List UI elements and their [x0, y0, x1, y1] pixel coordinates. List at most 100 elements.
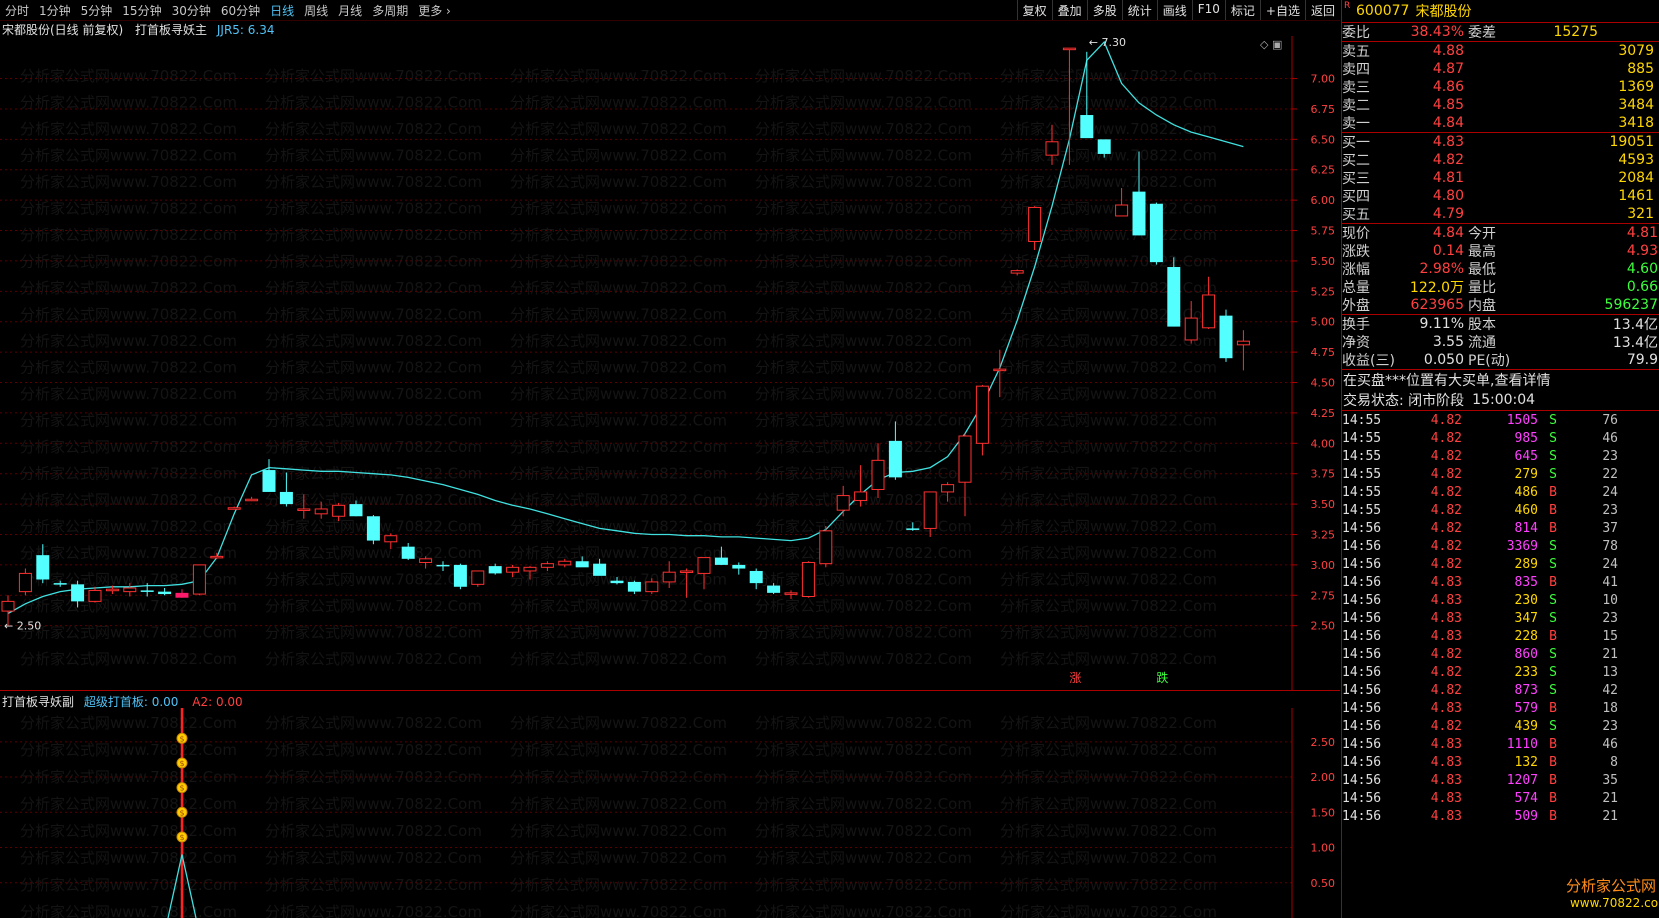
tick-row[interactable]: 14:56 4.82 873 S 42 [1342, 681, 1659, 699]
period-tab[interactable]: 15分钟 [117, 2, 166, 19]
sell-level-row[interactable]: 卖四 4.87 885 [1342, 60, 1659, 78]
y-tick-label: 2.75 [1311, 589, 1336, 602]
candle-body [53, 583, 67, 585]
buy-level-row[interactable]: 买二 4.82 4593 [1342, 151, 1659, 169]
pane-divider[interactable] [0, 690, 1340, 691]
watermark-text: 分析家公式网www.70822.Com [265, 714, 482, 732]
period-tab[interactable]: 1分钟 [34, 2, 76, 19]
period-tab[interactable]: 日线 [265, 2, 299, 19]
watermark-text: 分析家公式网www.70822.Com [265, 849, 482, 867]
main-candlestick-chart[interactable]: 分析家公式网www.70822.Com 分析家公式网www.70822.Com 分析… [0, 36, 1340, 690]
tick-row[interactable]: 14:56 4.83 509 B 21 [1342, 807, 1659, 825]
stat-value: 9.11% [1419, 316, 1464, 332]
tick-row[interactable]: 14:56 4.82 289 S 24 [1342, 555, 1659, 573]
tick-price: 4.82 [1430, 556, 1462, 572]
period-tab[interactable]: 分时 [0, 2, 34, 19]
tool-button[interactable]: 多股 [1086, 0, 1122, 20]
quote-stats-2: 换手 9.11% 股本 13.4亿 净资 3.55 流通 13.4亿 收益(三) 0.050 PE(… [1342, 315, 1659, 369]
buy-level-row[interactable]: 买三 4.81 2084 [1342, 169, 1659, 187]
tick-price: 4.83 [1430, 700, 1462, 716]
watermark-text: 分析家公式网www.70822.Com [1000, 279, 1217, 297]
book-label: 卖三 [1342, 80, 1370, 96]
tick-row[interactable]: 14:55 4.82 486 B 24 [1342, 483, 1659, 501]
candle-body [36, 555, 50, 580]
tick-row[interactable]: 14:56 4.83 228 B 15 [1342, 627, 1659, 645]
tool-button[interactable]: +自选 [1259, 0, 1305, 20]
period-tab[interactable]: 月线 [333, 2, 367, 19]
watermark-text: 分析家公式网www.70822.Com [265, 385, 482, 403]
buy-level-row[interactable]: 买五 4.79 321 [1342, 205, 1659, 223]
tick-row[interactable]: 14:56 4.83 1110 B 46 [1342, 735, 1659, 753]
tool-button[interactable]: 返回 [1304, 0, 1340, 20]
tool-button[interactable]: 复权 [1016, 0, 1052, 20]
buy-level-row[interactable]: 买一 4.83 19051 [1342, 133, 1659, 151]
sell-level-row[interactable]: 卖五 4.88 3079 [1342, 42, 1659, 60]
book-price: 4.86 [1432, 79, 1464, 95]
tick-volume: 486 [1514, 484, 1538, 500]
sub-indicator-name[interactable]: 打首板寻妖副 [2, 695, 74, 709]
tick-row[interactable]: 14:55 4.82 985 S 46 [1342, 429, 1659, 447]
tool-button[interactable]: 画线 [1156, 0, 1192, 20]
tick-price: 4.82 [1430, 538, 1462, 554]
book-price: 4.83 [1432, 134, 1464, 150]
tick-list[interactable]: 14:55 4.82 1505 S 76 14:55 4.82 985 S 46 14:55 4.82… [1342, 411, 1659, 825]
tick-row[interactable]: 14:56 4.82 233 S 13 [1342, 663, 1659, 681]
watermark-text: 分析家公式网www.70822.Com [1000, 518, 1217, 536]
tick-volume: 279 [1514, 466, 1538, 482]
sell-level-row[interactable]: 卖二 4.85 3484 [1342, 96, 1659, 114]
big-order-notice[interactable]: 在买盘***位置有大买单,查看详情 [1342, 370, 1659, 390]
y-tick-label: 0.50 [1311, 877, 1336, 890]
tool-button[interactable]: F10 [1191, 0, 1225, 20]
tool-button[interactable]: 统计 [1121, 0, 1157, 20]
tick-volume: 132 [1514, 754, 1538, 770]
tick-row[interactable]: 14:56 4.83 574 B 21 [1342, 789, 1659, 807]
tick-row[interactable]: 14:56 4.83 1207 B 35 [1342, 771, 1659, 789]
tick-row[interactable]: 14:55 4.82 279 S 22 [1342, 465, 1659, 483]
period-tab[interactable]: 30分钟 [167, 2, 216, 19]
watermark-text: 分析家公式网www.70822.Com [510, 94, 727, 112]
watermark-text: 分析家公式网www.70822.Com [1000, 306, 1217, 324]
tick-row[interactable]: 14:55 4.82 645 S 23 [1342, 447, 1659, 465]
tick-row[interactable]: 14:56 4.82 814 B 37 [1342, 519, 1659, 537]
tick-row[interactable]: 14:56 4.83 579 B 18 [1342, 699, 1659, 717]
sub-indicator-v2: A2: 0.00 [192, 695, 243, 709]
stat-value: 623965 [1410, 297, 1464, 313]
sell-level-row[interactable]: 卖三 4.86 1369 [1342, 78, 1659, 96]
watermark-text: 分析家公式网www.70822.Com [265, 412, 482, 430]
watermark-text: 分析家公式网www.70822.Com [755, 120, 972, 138]
tick-row[interactable]: 14:56 4.82 860 S 21 [1342, 645, 1659, 663]
indicator-name[interactable]: 打首板寻妖主 [135, 23, 207, 37]
candle-body [158, 591, 172, 595]
period-tab[interactable]: 周线 [299, 2, 333, 19]
quote-title: R 600077 宋都股份 [1342, 0, 1659, 23]
tick-row[interactable]: 14:56 4.82 439 S 23 [1342, 717, 1659, 735]
tick-volume: 3369 [1506, 538, 1538, 554]
y-tick-label: 6.50 [1311, 133, 1336, 146]
buy-level-row[interactable]: 买四 4.80 1461 [1342, 187, 1659, 205]
period-tab[interactable]: 5分钟 [76, 2, 118, 19]
candle-body [1062, 47, 1076, 51]
book-label: 卖一 [1342, 116, 1370, 132]
watermark-text: 分析家公式网www.70822.Com [510, 173, 727, 191]
stat-label: 流通 [1468, 335, 1496, 351]
tick-row[interactable]: 14:56 4.83 132 B 8 [1342, 753, 1659, 771]
indicator-value: JJR5: 6.34 [216, 23, 275, 37]
sell-level-row[interactable]: 卖一 4.84 3418 [1342, 114, 1659, 132]
period-tab[interactable]: 更多 › [413, 2, 456, 19]
stat-value: 4.84 [1432, 225, 1464, 241]
tool-button[interactable]: 叠加 [1051, 0, 1087, 20]
weibi-label: 委比 [1342, 25, 1370, 41]
tick-row[interactable]: 14:56 4.83 347 S 23 [1342, 609, 1659, 627]
period-tab[interactable]: 多周期 [367, 2, 413, 19]
tick-count: 21 [1602, 808, 1618, 824]
period-tab[interactable]: 60分钟 [216, 2, 265, 19]
tick-row[interactable]: 14:56 4.83 230 S 10 [1342, 591, 1659, 609]
tick-row[interactable]: 14:55 4.82 460 B 23 [1342, 501, 1659, 519]
tick-row[interactable]: 14:56 4.83 835 B 41 [1342, 573, 1659, 591]
tick-row[interactable]: 14:56 4.82 3369 S 78 [1342, 537, 1659, 555]
tick-side: S [1549, 646, 1557, 662]
tool-button[interactable]: 标记 [1224, 0, 1260, 20]
tick-count: 42 [1602, 682, 1618, 698]
sub-indicator-chart[interactable]: 分析家公式网www.70822.Com 分析家公式网www.70822.Com 分析… [0, 708, 1340, 918]
tick-row[interactable]: 14:55 4.82 1505 S 76 [1342, 411, 1659, 429]
